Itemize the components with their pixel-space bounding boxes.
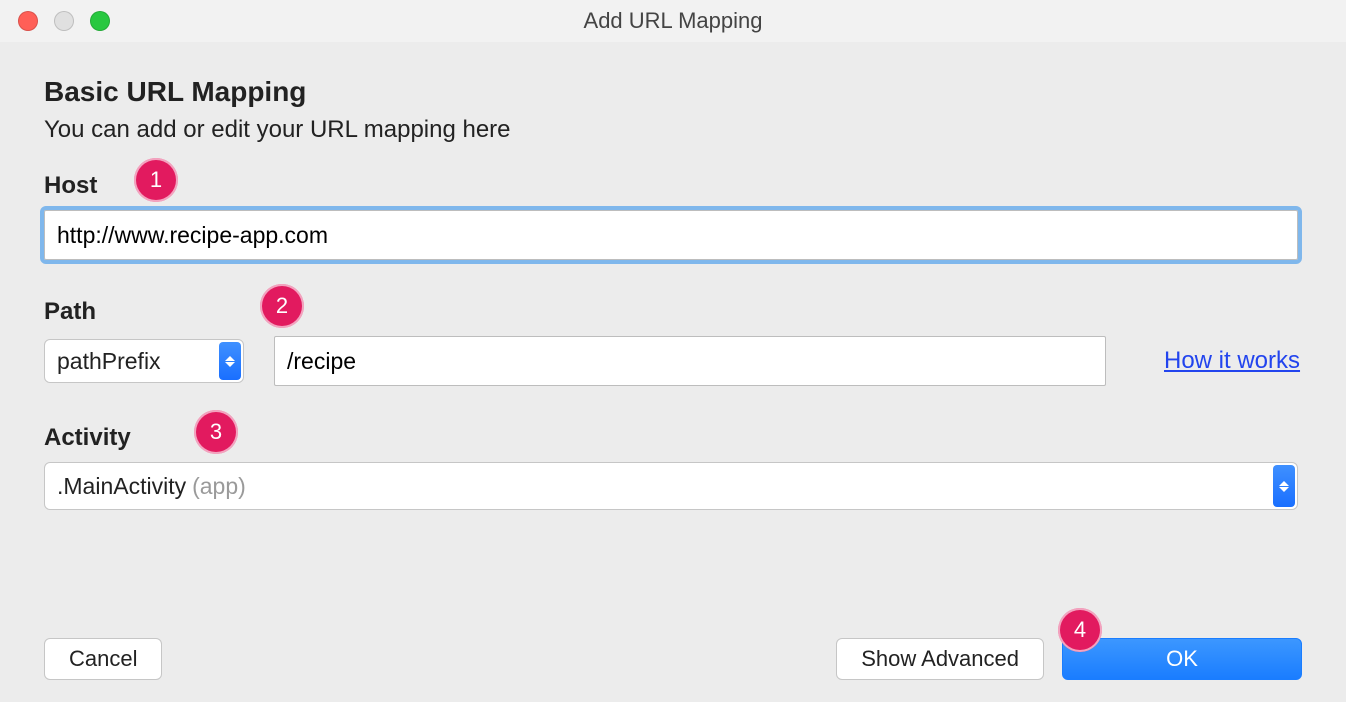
path-type-selected-value: pathPrefix <box>57 348 161 375</box>
how-it-works-link[interactable]: How it works <box>1164 347 1300 375</box>
callout-badge-3: 3 <box>194 410 238 454</box>
path-input[interactable] <box>274 336 1106 386</box>
titlebar: Add URL Mapping <box>0 0 1346 42</box>
cancel-button[interactable]: Cancel <box>44 638 162 680</box>
section-heading: Basic URL Mapping <box>44 76 1302 108</box>
window-title: Add URL Mapping <box>0 8 1346 34</box>
host-input[interactable] <box>44 210 1298 260</box>
path-label: Path <box>44 298 1302 326</box>
activity-value-main: .MainActivity <box>57 473 186 500</box>
show-advanced-button[interactable]: Show Advanced <box>836 638 1044 680</box>
chevron-updown-icon <box>219 342 241 380</box>
ok-button[interactable]: OK <box>1062 638 1302 680</box>
activity-select[interactable]: .MainActivity (app) <box>44 462 1298 510</box>
path-type-select[interactable]: pathPrefix <box>44 339 244 383</box>
ok-button-label: OK <box>1166 646 1198 672</box>
host-label: Host <box>44 172 1302 200</box>
callout-badge-1: 1 <box>134 158 178 202</box>
dialog-footer: Cancel Show Advanced OK <box>44 638 1302 680</box>
chevron-updown-icon <box>1273 465 1295 507</box>
callout-badge-2: 2 <box>260 284 304 328</box>
callout-badge-4: 4 <box>1058 608 1102 652</box>
activity-value-secondary: (app) <box>192 473 246 500</box>
section-subheading: You can add or edit your URL mapping her… <box>44 116 1302 144</box>
